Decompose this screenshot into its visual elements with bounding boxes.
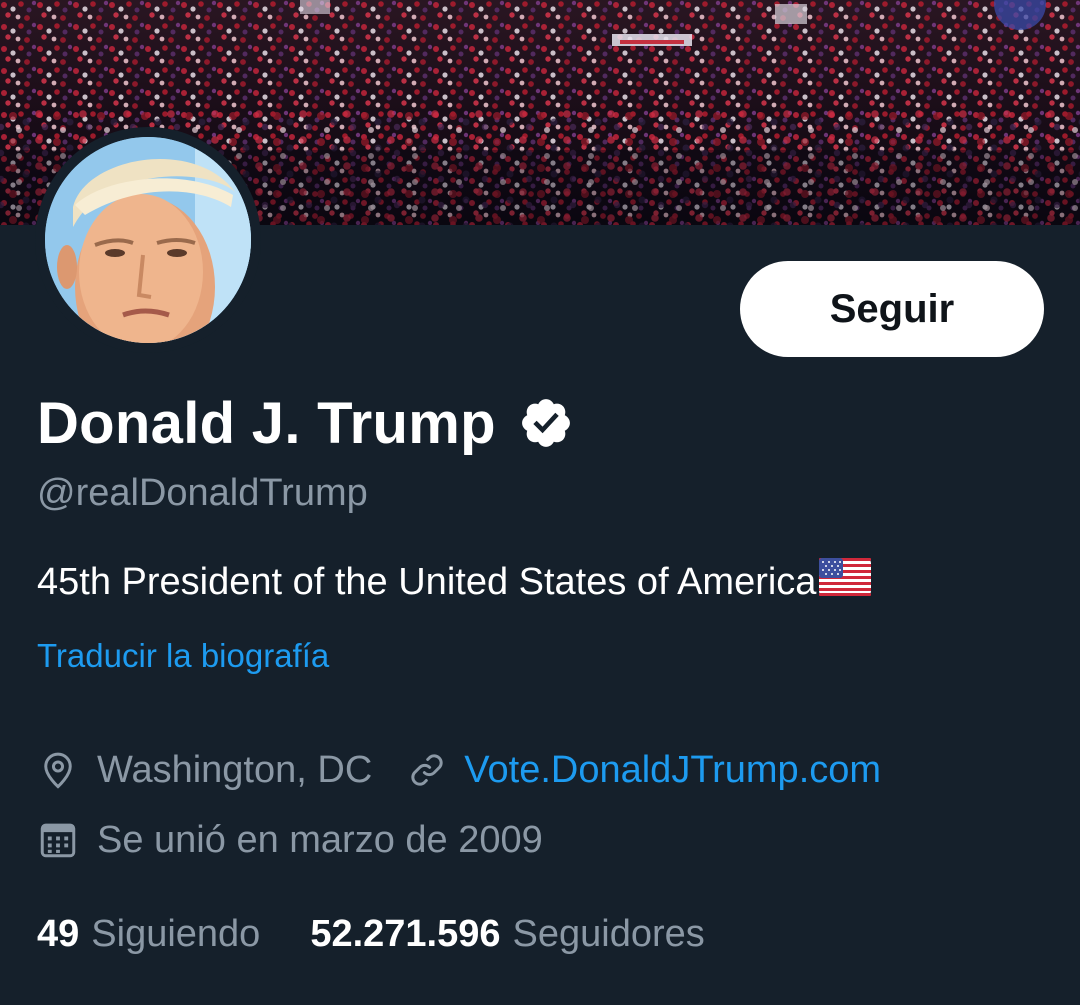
verified-badge-icon xyxy=(518,395,574,451)
following-count: 49 xyxy=(37,912,80,955)
display-name: Donald J. Trump xyxy=(37,390,496,456)
followers-count: 52.271.596 xyxy=(310,912,501,955)
location-pin-icon xyxy=(37,749,79,791)
follow-button[interactable]: Seguir xyxy=(740,261,1044,357)
follow-stats: 49 Siguiendo 52.271.596 Seguidores xyxy=(37,908,705,960)
location-text: Washington, DC xyxy=(97,748,373,791)
profile-meta-row: Washington, DC Vote.DonaldJTrump.com xyxy=(37,745,881,795)
username-handle: @realDonaldTrump xyxy=(37,472,368,514)
joined-date-text: Se unió en marzo de 2009 xyxy=(97,818,543,861)
following-label: Siguiendo xyxy=(91,912,261,955)
us-flag-icon xyxy=(819,558,872,606)
calendar-icon xyxy=(37,819,79,861)
link-icon xyxy=(406,749,448,791)
name-row: Donald J. Trump xyxy=(37,385,574,461)
translate-bio-link[interactable]: Traducir la biografía xyxy=(37,637,329,675)
following-stat-link[interactable]: 49 Siguiendo xyxy=(37,913,260,956)
joined-row: Se unió en marzo de 2009 xyxy=(37,815,543,865)
followers-stat-link[interactable]: 52.271.596 Seguidores xyxy=(310,913,704,956)
avatar[interactable] xyxy=(45,137,251,343)
profile-page: Seguir Donald J. Trump @realDonaldTrump … xyxy=(0,0,1080,1005)
bio-text: 45th President of the United States of A… xyxy=(37,560,817,603)
followers-label: Seguidores xyxy=(512,912,705,955)
avatar-border xyxy=(35,127,261,353)
website-link[interactable]: Vote.DonaldJTrump.com xyxy=(464,749,881,792)
bio: 45th President of the United States of A… xyxy=(37,558,872,606)
